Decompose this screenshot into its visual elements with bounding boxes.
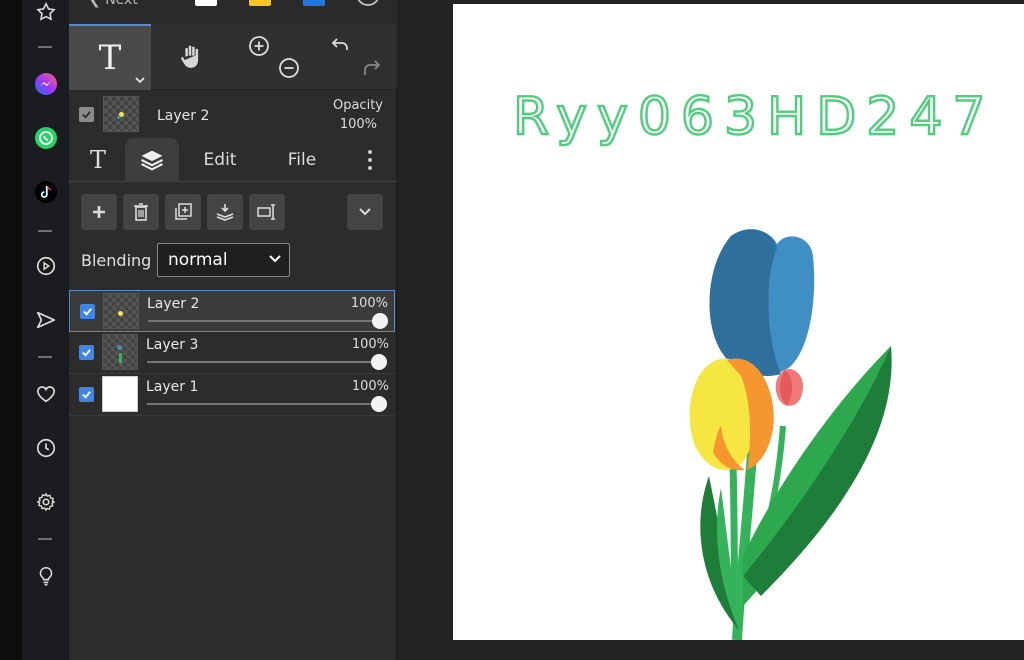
icon-rail [22,0,69,660]
color-swatch-white[interactable] [195,0,217,6]
blending-select[interactable]: normal [157,243,290,277]
hand-tool-button[interactable] [151,24,233,90]
clock-icon[interactable] [22,432,69,464]
text-tool-icon: T [98,38,122,78]
color-swatch-blue[interactable] [303,0,325,6]
undo-redo-button[interactable] [315,24,397,90]
rail-separator [38,46,52,48]
color-swatch-yellow[interactable] [249,0,271,6]
opacity-label: Opacity [332,98,383,113]
layer-row-2[interactable]: Layer 2 100% [69,290,395,332]
current-layer-info: Layer 2 Opacity 100% [69,90,397,138]
messenger-icon[interactable] [22,68,69,100]
layer-opacity-knob[interactable] [372,313,388,329]
delete-layer-icon [134,203,148,221]
play-circle-icon[interactable] [22,250,69,282]
layer-thumbnail [102,376,138,412]
tulip-illustration [689,229,892,640]
star-icon[interactable] [22,0,69,28]
resize-layer-icon [257,204,275,220]
chevron-down-icon [359,208,371,216]
layer-opacity-slider[interactable] [147,361,381,363]
tiktok-icon[interactable] [22,176,69,208]
layer-visibility-checkbox[interactable] [80,304,95,319]
layer-opacity-knob[interactable] [371,354,387,370]
layer-visibility-checkbox[interactable] [79,387,94,402]
opacity-value: 100% [339,117,377,132]
zoom-out-icon[interactable] [277,56,301,80]
layer-opacity-knob[interactable] [371,396,387,412]
dock-strip [0,0,22,660]
canvas-area[interactable]: Ryy063HD247 [397,0,1024,660]
tool-row: T [69,24,397,90]
layer-thumbnail [102,334,138,370]
hand-tool-icon [180,44,199,69]
tab-layers[interactable] [125,138,179,182]
layer-options-dropdown[interactable] [347,194,383,230]
zoom-button[interactable] [233,24,315,90]
undo-icon[interactable] [329,34,353,58]
layer-opacity-slider[interactable] [147,403,381,405]
delete-layer-button[interactable] [123,194,159,230]
back-label: Next [105,0,138,8]
blending-chevron-icon [269,255,281,263]
layer-row-1[interactable]: Layer 1 100% [69,374,395,416]
panel-tabs: T Edit File [69,138,397,182]
layers-icon [141,150,163,171]
more-vertical-icon [368,150,372,170]
lightbulb-icon[interactable] [22,560,69,592]
tab-file-label: File [287,150,317,170]
text-tool-button[interactable]: T [69,24,151,90]
blending-value: normal [168,250,228,270]
heart-icon[interactable] [22,378,69,410]
more-menu-button[interactable] [355,138,385,182]
current-layer-name: Layer 2 [157,108,210,124]
layer-name: Layer 2 [147,296,200,312]
merge-down-button[interactable] [207,194,243,230]
canvas-text-layer[interactable]: Ryy063HD247 [453,80,1024,160]
layer-thumbnail [103,293,139,329]
tab-file[interactable]: File [275,138,329,182]
tab-edit[interactable]: Edit [193,138,247,182]
resize-layer-button[interactable] [249,194,285,230]
layer-row-3[interactable]: Layer 3 100% [69,332,395,374]
layer-opacity: 100% [351,337,389,352]
gear-icon[interactable] [22,486,69,518]
text-tab-icon: T [89,146,106,174]
drawing-canvas[interactable]: Ryy063HD247 [453,4,1024,640]
top-strip: ❮ Next [69,0,397,24]
zoom-in-icon[interactable] [247,34,271,58]
app-window: ❮ Next T Layer 2 Opacity 100% T Edit Fil… [0,0,1024,660]
current-layer-thumbnail [103,96,139,132]
add-layer-button[interactable] [81,194,117,230]
tab-edit-label: Edit [203,150,237,170]
tool-dropdown-icon [135,77,145,84]
layer-name: Layer 1 [146,379,199,395]
back-button[interactable]: ❮ Next [89,0,138,8]
rail-separator [38,538,52,540]
add-layer-icon [93,206,105,218]
send-icon[interactable] [22,304,69,336]
layer-name: Layer 3 [146,337,199,353]
rail-separator [38,230,52,232]
layer-opacity: 100% [350,296,388,311]
layer-visibility-checkbox[interactable] [79,345,94,360]
layer-opacity-slider[interactable] [148,320,382,322]
duplicate-layer-icon [175,203,192,220]
layers-panel: ❮ Next T Layer 2 Opacity 100% T Edit Fil… [69,0,397,660]
tab-text[interactable]: T [75,138,121,182]
settings-circle-icon[interactable] [355,0,381,12]
duplicate-layer-button[interactable] [165,194,201,230]
layer-opacity: 100% [351,379,389,394]
merge-down-icon [216,204,234,221]
redo-icon[interactable] [359,56,383,80]
canvas-text: Ryy063HD247 [513,87,995,147]
blending-control: Blending normal [81,243,381,277]
current-layer-checkbox[interactable] [79,107,94,122]
whatsapp-icon[interactable] [22,122,69,154]
blending-label: Blending [81,251,152,270]
rail-separator [38,356,52,358]
layer-actions [69,190,397,234]
